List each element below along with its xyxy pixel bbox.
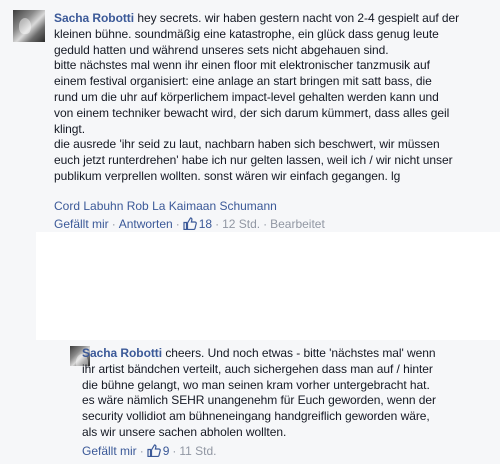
- comment-author[interactable]: Sacha Robotti: [54, 11, 134, 25]
- separator: ·: [172, 444, 177, 458]
- comment-actions: Gefällt mir · Antworten · 18 · 12 Std. · Bearbei…: [54, 217, 325, 231]
- reply-body: Sacha Robotti cheers. Und noch etwas - b…: [82, 346, 498, 441]
- reply-author[interactable]: Sacha Robotti: [82, 346, 162, 360]
- comment-text: hey secrets. wir haben gestern nacht von…: [54, 11, 460, 183]
- like-button[interactable]: Gefällt mir: [82, 444, 137, 458]
- like-count[interactable]: 18: [199, 217, 212, 231]
- reply-time[interactable]: 11 Std.: [179, 444, 216, 458]
- thumbs-up-icon[interactable]: [183, 217, 197, 230]
- separator: ·: [175, 217, 180, 231]
- edited-label[interactable]: Bearbeitet: [270, 217, 325, 231]
- separator: ·: [111, 217, 116, 231]
- main-comment: Sacha Robotti hey secrets. wir haben ges…: [0, 0, 500, 232]
- separator: ·: [263, 217, 268, 231]
- blank-area: [36, 232, 500, 340]
- reply-comment: Sacha Robotti cheers. Und noch etwas - b…: [70, 340, 500, 464]
- separator: ·: [215, 217, 220, 231]
- thumbs-up-icon[interactable]: [147, 444, 161, 457]
- avatar[interactable]: [13, 10, 45, 42]
- comment-body: Sacha Robotti hey secrets. wir haben ges…: [54, 11, 494, 185]
- reply-actions: Gefällt mir · 9 · 11 Std.: [82, 444, 217, 458]
- reply-button[interactable]: Antworten: [119, 217, 173, 231]
- separator: ·: [139, 444, 144, 458]
- tagged-names[interactable]: Cord Labuhn Rob La Kaimaan Schumann: [54, 199, 277, 213]
- comment-time[interactable]: 12 Std.: [222, 217, 260, 231]
- like-button[interactable]: Gefällt mir: [54, 217, 109, 231]
